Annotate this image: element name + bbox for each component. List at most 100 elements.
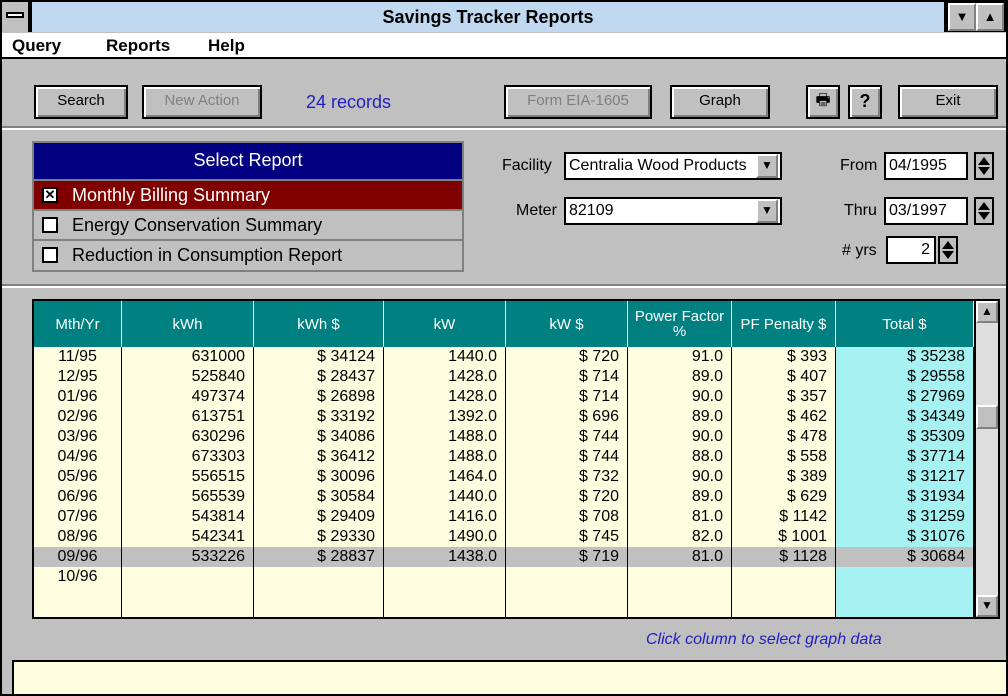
table-row[interactable]: 09/96 533226 $ 28837 1438.0 $ 719 81.0 $ 1128 $… — [34, 547, 974, 567]
table-row[interactable]: 07/96 543814 $ 29409 1416.0 $ 708 81.0 $ 1142 $… — [34, 507, 974, 527]
column-header[interactable]: kW $ — [506, 301, 628, 347]
table-cell[interactable]: 1392.0 — [384, 407, 506, 427]
table-cell[interactable]: 533226 — [122, 547, 254, 567]
new-action-button[interactable]: New Action — [142, 85, 262, 119]
column-header[interactable]: Power Factor % — [628, 301, 732, 347]
table-cell[interactable]: $ 732 — [506, 467, 628, 487]
table-cell[interactable]: $ 29558 — [836, 367, 974, 387]
table-cell[interactable]: 542341 — [122, 527, 254, 547]
table-cell[interactable]: $ 35309 — [836, 427, 974, 447]
vertical-scrollbar[interactable]: ▲ ▼ — [974, 301, 998, 617]
table-cell[interactable]: 497374 — [122, 387, 254, 407]
report-option-reduction-consumption[interactable]: Reduction in Consumption Report — [34, 239, 462, 269]
table-cell[interactable]: $ 744 — [506, 447, 628, 467]
table-cell[interactable]: $ 28437 — [254, 367, 384, 387]
table-cell[interactable]: $ 714 — [506, 387, 628, 407]
menu-query[interactable]: Query — [12, 36, 61, 56]
table-cell[interactable]: 1438.0 — [384, 547, 506, 567]
table-cell[interactable]: 08/96 — [34, 527, 122, 547]
table-cell[interactable]: 556515 — [122, 467, 254, 487]
search-button[interactable]: Search — [34, 85, 128, 119]
table-cell[interactable]: $ 34086 — [254, 427, 384, 447]
table-row[interactable]: 01/96 497374 $ 26898 1428.0 $ 714 90.0 $ 357 $ … — [34, 387, 974, 407]
table-cell[interactable]: $ 1001 — [732, 527, 836, 547]
table-cell[interactable] — [384, 567, 506, 587]
column-header[interactable]: Total $ — [836, 301, 974, 347]
table-cell[interactable]: $ 714 — [506, 367, 628, 387]
column-header[interactable]: kWh — [122, 301, 254, 347]
table-cell[interactable]: 631000 — [122, 347, 254, 367]
table-cell[interactable]: 1416.0 — [384, 507, 506, 527]
table-cell[interactable]: $ 1128 — [732, 547, 836, 567]
table-row[interactable]: 02/96 613751 $ 33192 1392.0 $ 696 89.0 $ 462 $ … — [34, 407, 974, 427]
menu-reports[interactable]: Reports — [106, 36, 170, 56]
table-cell[interactable]: 82.0 — [628, 527, 732, 547]
system-menu-button[interactable] — [2, 2, 30, 32]
table-cell[interactable]: 90.0 — [628, 427, 732, 447]
table-cell[interactable]: $ 33192 — [254, 407, 384, 427]
checkbox[interactable] — [42, 217, 58, 233]
table-cell[interactable]: $ 720 — [506, 487, 628, 507]
table-cell[interactable]: $ 31934 — [836, 487, 974, 507]
report-option-monthly-billing[interactable]: ✕ Monthly Billing Summary — [34, 179, 462, 209]
table-cell[interactable]: $ 462 — [732, 407, 836, 427]
table-cell[interactable]: 89.0 — [628, 487, 732, 507]
table-cell[interactable]: $ 558 — [732, 447, 836, 467]
table-cell[interactable] — [732, 567, 836, 587]
table-cell[interactable]: 1488.0 — [384, 427, 506, 447]
table-row[interactable]: 12/95 525840 $ 28437 1428.0 $ 714 89.0 $ 407 $ … — [34, 367, 974, 387]
meter-select[interactable]: 82109 ▼ — [564, 197, 782, 225]
table-cell[interactable]: $ 478 — [732, 427, 836, 447]
from-date-spinner[interactable] — [974, 152, 994, 180]
table-cell[interactable]: 11/95 — [34, 347, 122, 367]
table-cell[interactable]: 81.0 — [628, 547, 732, 567]
table-cell[interactable]: $ 30684 — [836, 547, 974, 567]
table-cell[interactable]: 1464.0 — [384, 467, 506, 487]
table-cell[interactable]: 01/96 — [34, 387, 122, 407]
column-header[interactable]: Mth/Yr — [34, 301, 122, 347]
table-cell[interactable]: $ 30584 — [254, 487, 384, 507]
column-header[interactable]: kWh $ — [254, 301, 384, 347]
minimize-button[interactable]: ▼ — [948, 3, 976, 31]
table-cell[interactable]: 90.0 — [628, 467, 732, 487]
table-row[interactable]: 04/96 673303 $ 36412 1488.0 $ 744 88.0 $ 558 $ … — [34, 447, 974, 467]
table-cell[interactable]: $ 719 — [506, 547, 628, 567]
checkbox-checked[interactable]: ✕ — [42, 187, 58, 203]
table-cell[interactable]: 1440.0 — [384, 487, 506, 507]
years-input[interactable]: 2 — [886, 236, 936, 264]
table-row[interactable]: 08/96 542341 $ 29330 1490.0 $ 745 82.0 $ 1001 $… — [34, 527, 974, 547]
table-cell[interactable]: 04/96 — [34, 447, 122, 467]
table-cell[interactable]: 03/96 — [34, 427, 122, 447]
menu-help[interactable]: Help — [208, 36, 245, 56]
column-header[interactable]: kW — [384, 301, 506, 347]
table-cell[interactable] — [122, 567, 254, 587]
table-cell[interactable]: $ 34124 — [254, 347, 384, 367]
exit-button[interactable]: Exit — [898, 85, 998, 119]
table-cell[interactable]: 1428.0 — [384, 387, 506, 407]
table-cell[interactable]: $ 26898 — [254, 387, 384, 407]
table-cell[interactable] — [506, 567, 628, 587]
report-option-energy-conservation[interactable]: Energy Conservation Summary — [34, 209, 462, 239]
table-cell[interactable]: $ 34349 — [836, 407, 974, 427]
table-row[interactable]: 11/95 631000 $ 34124 1440.0 $ 720 91.0 $ 393 $ … — [34, 347, 974, 367]
scroll-up-icon[interactable]: ▲ — [976, 301, 998, 323]
table-cell[interactable]: 88.0 — [628, 447, 732, 467]
table-cell[interactable]: 613751 — [122, 407, 254, 427]
table-cell[interactable]: 07/96 — [34, 507, 122, 527]
table-cell[interactable]: $ 28837 — [254, 547, 384, 567]
table-cell[interactable]: $ 31076 — [836, 527, 974, 547]
table-cell[interactable]: 1440.0 — [384, 347, 506, 367]
scroll-down-icon[interactable]: ▼ — [976, 595, 998, 617]
thru-date-spinner[interactable] — [974, 197, 994, 225]
table-cell[interactable]: $ 29409 — [254, 507, 384, 527]
table-cell[interactable]: 06/96 — [34, 487, 122, 507]
table-cell[interactable]: $ 29330 — [254, 527, 384, 547]
table-cell[interactable]: $ 629 — [732, 487, 836, 507]
table-cell[interactable]: 12/95 — [34, 367, 122, 387]
thru-date-input[interactable]: 03/1997 — [884, 197, 968, 225]
chevron-down-icon[interactable]: ▼ — [756, 154, 778, 178]
table-cell[interactable]: 1490.0 — [384, 527, 506, 547]
table-cell[interactable]: $ 35238 — [836, 347, 974, 367]
table-cell[interactable]: 10/96 — [34, 567, 122, 587]
table-cell[interactable]: 90.0 — [628, 387, 732, 407]
